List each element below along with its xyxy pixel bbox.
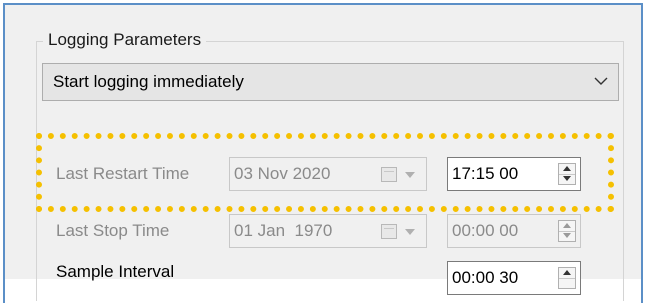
sample-interval-time-field[interactable]: 00:00 30 bbox=[447, 261, 581, 295]
chevron-down-icon bbox=[594, 77, 608, 85]
sample-interval-spinner[interactable] bbox=[558, 267, 576, 289]
annotation-highlight bbox=[36, 133, 614, 212]
last-stop-time-field: 00:00 00 bbox=[447, 214, 581, 248]
spin-down-icon bbox=[559, 231, 575, 241]
logging-mode-selected: Start logging immediately bbox=[53, 72, 244, 91]
last-stop-date-value: 01 Jan 1970 bbox=[234, 221, 333, 240]
spin-up-icon[interactable] bbox=[559, 268, 575, 279]
sample-interval-label: Sample Interval bbox=[56, 262, 175, 281]
last-stop-time-spinner bbox=[558, 220, 576, 242]
logging-parameters-title: Logging Parameters bbox=[43, 28, 207, 52]
chevron-down-icon bbox=[405, 229, 415, 235]
last-stop-date-picker: 01 Jan 1970 bbox=[229, 214, 427, 248]
last-stop-time-value: 00:00 00 bbox=[452, 221, 519, 240]
sample-interval-time-value: 00:00 30 bbox=[452, 268, 519, 287]
last-stop-time-label: Last Stop Time bbox=[56, 221, 170, 240]
logging-mode-dropdown[interactable]: Start logging immediately bbox=[42, 63, 619, 101]
calendar-icon bbox=[381, 224, 397, 239]
